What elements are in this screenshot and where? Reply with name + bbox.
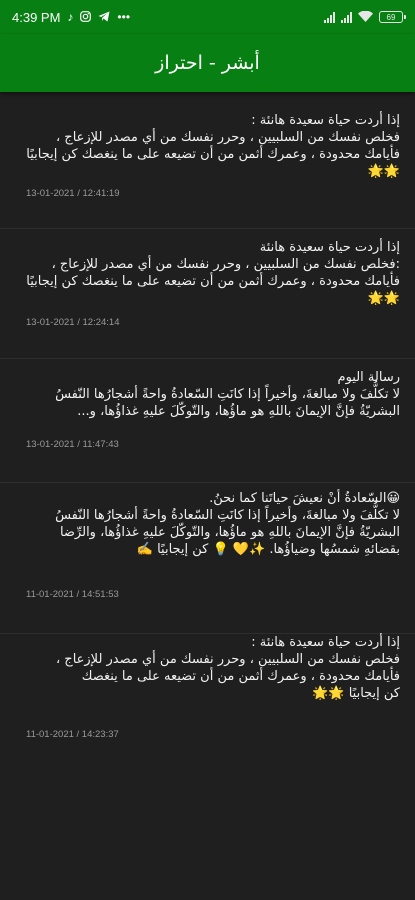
message-date: 13-01-2021 / 11:47:43 [26, 439, 119, 450]
signal-icon [324, 11, 335, 23]
list-item[interactable]: 😀السّعادةُ أنْ نعيشَ حياتَنا كما نحنُ. ل… [0, 483, 415, 634]
list-item[interactable]: إذا أردت حياة سعيدة هانئة : فخلص نفسك من… [0, 92, 415, 229]
battery-level: 69 [386, 12, 396, 22]
app-bar: أبشر - احتراز [0, 34, 415, 92]
message-date: 11-01-2021 / 14:51:53 [26, 589, 119, 600]
battery-icon: 69 [379, 11, 406, 23]
list-item[interactable]: رسالة اليوم لا تكلُّفَ ولا مبالغةَ، وأخي… [0, 359, 415, 483]
list-item[interactable]: إذا أردت حياة سعيدة هانئة :فخلص نفسك من … [0, 229, 415, 359]
instagram-icon [80, 10, 92, 25]
list-item[interactable]: إذا أردت حياة سعيدة هانئة : فخلص نفسك من… [0, 634, 415, 774]
message-list[interactable]: إذا أردت حياة سعيدة هانئة : فخلص نفسك من… [0, 92, 415, 900]
message-text: رسالة اليوم لا تكلُّفَ ولا مبالغةَ، وأخي… [55, 370, 400, 419]
signal-icon-2 [341, 11, 352, 23]
wifi-icon [358, 10, 373, 25]
message-date: 13-01-2021 / 12:41:19 [26, 188, 120, 199]
more-dots-icon: ••• [117, 10, 131, 24]
message-text: إذا أردت حياة سعيدة هانئة :فخلص نفسك من … [26, 240, 400, 306]
status-bar: 4:39 PM ♪ ••• 69 [0, 0, 415, 34]
message-text: 😀السّعادةُ أنْ نعيشَ حياتَنا كما نحنُ. ل… [55, 491, 400, 557]
message-date: 13-01-2021 / 12:24:14 [26, 317, 120, 328]
tiktok-icon: ♪ [67, 10, 74, 24]
message-date: 11-01-2021 / 14:23:37 [26, 729, 119, 740]
status-time: 4:39 PM [12, 9, 61, 25]
message-text: إذا أردت حياة سعيدة هانئة : فخلص نفسك من… [55, 635, 400, 701]
telegram-icon [98, 10, 110, 25]
message-text: إذا أردت حياة سعيدة هانئة : فخلص نفسك من… [26, 113, 400, 179]
page-title: أبشر - احتراز [155, 52, 260, 74]
